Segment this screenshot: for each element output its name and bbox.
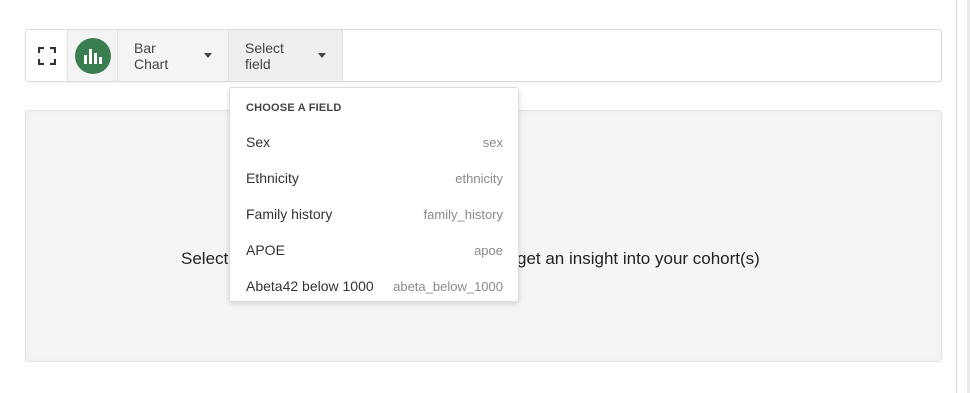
caret-down-icon bbox=[318, 53, 326, 58]
field-option-sex[interactable]: Sex sex bbox=[230, 125, 518, 159]
expand-button[interactable] bbox=[26, 30, 68, 81]
chart-type-label: Bar Chart bbox=[134, 39, 169, 72]
chart-type-dropdown[interactable]: Bar Chart bbox=[118, 30, 229, 81]
field-option-key: apoe bbox=[474, 242, 503, 258]
bar-chart-icon bbox=[74, 37, 111, 74]
chart-type-icon-button[interactable] bbox=[68, 30, 118, 81]
field-option-ethnicity[interactable]: Ethnicity ethnicity bbox=[230, 161, 518, 195]
field-option-label: APOE bbox=[246, 242, 285, 258]
expand-icon bbox=[37, 46, 56, 65]
field-option-key: ethnicity bbox=[455, 170, 503, 186]
field-option-apoe[interactable]: APOE apoe bbox=[230, 233, 518, 267]
field-option-label: Abeta42 below 1000 bbox=[246, 278, 374, 294]
select-field-dropdown[interactable]: Select field bbox=[229, 30, 343, 81]
field-dropdown-menu: CHOOSE A FIELD Sex sex Ethnicity ethnici… bbox=[229, 87, 519, 302]
select-field-label: Select field bbox=[245, 39, 284, 72]
field-option-abeta[interactable]: Abeta42 below 1000 abeta_below_1000 bbox=[230, 269, 518, 303]
empty-state-message-end: get an insight into your cohort(s) bbox=[517, 249, 760, 268]
empty-state-message-start: Select bbox=[181, 249, 229, 268]
field-option-label: Family history bbox=[246, 206, 333, 222]
field-option-key: abeta_below_1000 bbox=[393, 278, 503, 294]
field-option-family-history[interactable]: Family history family_history bbox=[230, 197, 518, 231]
field-option-label: Sex bbox=[246, 134, 271, 150]
field-option-key: family_history bbox=[423, 206, 503, 222]
caret-down-icon bbox=[204, 53, 212, 58]
chart-toolbar: Bar Chart Select field bbox=[25, 29, 942, 82]
dropdown-header: CHOOSE A FIELD bbox=[246, 102, 342, 114]
field-option-key: sex bbox=[482, 134, 503, 150]
scrollbar-edge bbox=[956, 0, 970, 393]
field-option-label: Ethnicity bbox=[246, 170, 299, 186]
